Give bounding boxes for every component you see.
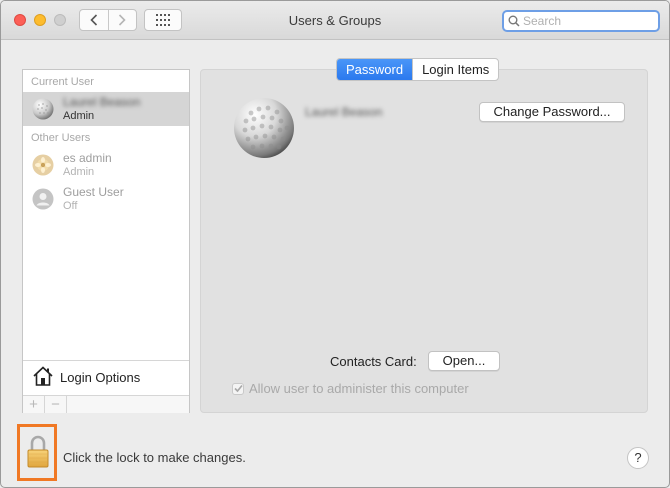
login-options-label: Login Options [60,370,141,385]
add-user-button[interactable]: + [23,396,45,413]
current-user-header: Current User [31,76,94,88]
user-row-current[interactable]: Laurel Beason Admin [23,92,189,126]
help-button[interactable]: ? [627,447,649,469]
lock-icon[interactable] [27,435,49,469]
change-password-button[interactable]: Change Password... [479,102,625,122]
user-role: Admin [63,166,95,178]
lock-instruction-text: Click the lock to make changes. [63,450,246,465]
allow-admin-label: Allow user to administer this computer [249,381,469,396]
golf-ball-avatar-icon [32,98,54,120]
add-remove-spacer [67,396,189,413]
current-user-name: Laurel Beason [63,95,141,109]
flower-avatar-icon [32,154,54,176]
add-remove-bar: + − [23,395,189,413]
user-picture[interactable] [233,97,295,159]
allow-admin-row: Allow user to administer this computer [232,381,469,396]
search-icon [508,15,520,27]
user-row-es-admin[interactable]: es admin Admin [23,148,189,182]
generic-person-icon [32,188,54,210]
user-role: Off [63,200,78,212]
checkmark-icon [233,384,243,393]
tab-login-items[interactable]: Login Items [412,59,498,80]
other-users-header: Other Users [31,132,91,144]
tab-bar: Password Login Items [336,58,500,81]
login-options-item[interactable]: Login Options [23,360,189,395]
contacts-card-label: Contacts Card: [330,354,417,369]
house-icon [33,366,53,386]
users-groups-window: Users & Groups Current User [0,0,670,488]
remove-user-button[interactable]: − [45,396,67,413]
tab-password[interactable]: Password [337,59,413,80]
allow-admin-checkbox[interactable] [232,382,244,395]
title-bar: Users & Groups [1,1,669,40]
user-full-name: Laurel Beason [305,105,383,119]
search-input[interactable] [520,14,653,28]
open-contacts-button[interactable]: Open... [428,351,500,371]
users-sidebar: Current User Laurel Beason Admin Other U… [22,69,190,413]
user-name: es admin [63,151,112,165]
current-user-role: Admin [63,110,95,122]
search-field[interactable] [502,10,660,32]
user-name: Guest User [63,185,124,199]
user-row-guest[interactable]: Guest User Off [23,182,189,216]
